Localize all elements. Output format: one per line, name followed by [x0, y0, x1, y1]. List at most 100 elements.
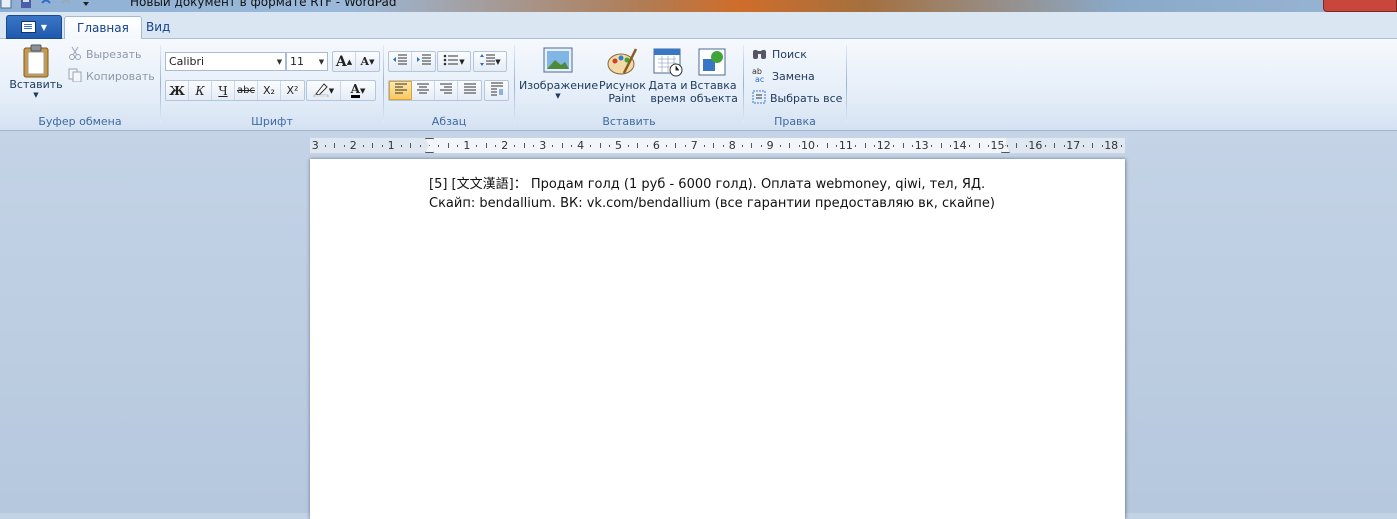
document-page[interactable]: [5] [文文漢語]： Продам голд (1 руб - 6000 го…	[310, 159, 1125, 519]
chevron-down-icon: ▼	[33, 91, 39, 99]
align-left-icon	[394, 83, 408, 98]
ruler-tick	[1082, 145, 1084, 147]
ruler-tick	[665, 145, 667, 147]
ruler-tick	[1054, 143, 1056, 148]
increase-indent-icon	[416, 54, 432, 69]
chevron-down-icon: ▼	[318, 57, 325, 66]
increase-indent-button[interactable]	[412, 52, 435, 71]
ruler-tick	[817, 145, 819, 147]
ruler-number: 15	[990, 139, 1005, 152]
date-time-button[interactable]: Дата и время	[647, 47, 689, 105]
clipboard-icon	[8, 44, 64, 78]
justify-button[interactable]	[458, 81, 481, 100]
paint-label-line1: Рисунок	[599, 79, 646, 92]
ruler-number: 1	[387, 139, 395, 152]
horizontal-ruler[interactable]: 3 2 1 1 2 3 4 5 6 7 8 9 10 11 12 13 14 15 16 17 18	[310, 137, 1125, 154]
ruler-tick	[912, 145, 914, 147]
ruler-number: 1	[463, 139, 471, 152]
tab-home[interactable]: Главная	[64, 16, 142, 40]
ruler-tick	[599, 143, 601, 148]
bold-button[interactable]: Ж	[166, 81, 189, 100]
ruler-tick	[637, 143, 639, 148]
select-all-button[interactable]: Выбрать все	[752, 88, 842, 108]
paragraph-group-label: Абзац	[431, 115, 467, 128]
paragraph-settings-button[interactable]	[485, 81, 508, 100]
bullet-list-button[interactable]: ▼	[438, 52, 470, 71]
font-family-value: Calibri	[169, 55, 205, 68]
font-color-button[interactable]: A ▼	[341, 81, 375, 100]
ruler-tick	[1063, 145, 1065, 147]
ruler-tick	[1006, 145, 1008, 147]
ruler-tick	[485, 143, 487, 148]
insert-picture-button[interactable]: Изображение ▼	[519, 47, 598, 101]
copy-label: Копировать	[86, 69, 155, 83]
insert-group-label: Вставить	[602, 115, 656, 128]
copy-button[interactable]: Копировать	[68, 66, 155, 86]
quick-access-toolbar	[0, 0, 92, 10]
font-size-select[interactable]: 11 ▼	[286, 52, 328, 71]
redo-icon[interactable]	[60, 0, 72, 9]
font-family-select[interactable]: Calibri ▼	[165, 52, 286, 71]
align-center-button[interactable]	[412, 81, 435, 100]
ruler-tick	[826, 143, 828, 148]
strikethrough-button[interactable]: abc	[235, 81, 258, 100]
ruler-tick	[950, 145, 952, 147]
undo-icon[interactable]	[40, 0, 52, 9]
find-button[interactable]: Поиск	[752, 44, 807, 64]
line-spacing-button[interactable]: ▼	[474, 52, 506, 71]
ruler-tick	[561, 143, 563, 148]
app-menu-button[interactable]: ▼	[6, 15, 62, 39]
datetime-label-line1: Дата и	[648, 79, 688, 92]
document-text[interactable]: [5] [文文漢語]： Продам голд (1 руб - 6000 го…	[429, 175, 1029, 213]
wordpad-app-icon	[0, 0, 12, 9]
shrink-font-button[interactable]: A ▼	[356, 52, 379, 71]
document-workspace[interactable]: 3 2 1 1 2 3 4 5 6 7 8 9 10 11 12 13 14 15 16 17 18 [5] [文文漢語…	[0, 131, 1397, 519]
insert-object-button[interactable]: Вставка объекта	[690, 47, 738, 105]
ruler-tick	[523, 143, 525, 148]
highlight-color-button[interactable]: ▼	[307, 81, 341, 100]
ruler-tick	[514, 145, 516, 147]
grow-font-button[interactable]: A ▲	[333, 52, 356, 71]
paragraph-icon	[490, 82, 504, 99]
chevron-down-icon: ▼	[359, 86, 366, 95]
align-right-button[interactable]	[435, 81, 458, 100]
align-left-button[interactable]	[389, 81, 412, 100]
insert-group: Изображение ▼ Рисунок Paint Дата и время…	[515, 39, 743, 130]
editing-group: Поиск ab ac Замена Выбрать все Правка	[744, 39, 846, 130]
decrease-indent-button[interactable]	[389, 52, 412, 71]
subscript-button[interactable]: X₂	[258, 81, 281, 100]
save-icon[interactable]	[20, 0, 32, 9]
tab-view[interactable]: Вид	[134, 16, 182, 38]
cut-button[interactable]: Вырезать	[68, 44, 141, 64]
paint-label-line2: Paint	[608, 92, 636, 105]
ruler-number: 16	[1028, 139, 1043, 152]
paint-drawing-button[interactable]: Рисунок Paint	[599, 47, 646, 105]
ruler-tick	[476, 145, 478, 147]
paint-palette-icon	[599, 47, 645, 79]
shrink-font-icon: A	[360, 55, 370, 68]
customize-qat-icon[interactable]	[80, 0, 92, 9]
ruler-number: 3	[539, 139, 547, 152]
chevron-down-icon: ▼	[495, 57, 501, 66]
paste-button[interactable]: Вставить ▼	[8, 44, 64, 100]
ruler-tick	[343, 145, 345, 147]
ruler-tick	[627, 145, 629, 147]
grow-font-icon: A	[335, 53, 347, 70]
close-button[interactable]	[1323, 0, 1397, 12]
superscript-button[interactable]: X²	[281, 81, 304, 100]
ruler-tick	[940, 143, 942, 148]
find-label: Поиск	[772, 47, 807, 61]
ruler-tick	[1101, 145, 1103, 147]
window-title: Новый документ в формате RTF - WordPad	[130, 0, 397, 9]
insert-object-icon	[690, 47, 736, 79]
ruler-number: 12	[876, 139, 891, 152]
italic-button[interactable]: К	[189, 81, 212, 100]
ruler-tick	[713, 143, 715, 148]
ruler-number: 17	[1066, 139, 1081, 152]
underline-button[interactable]: Ч	[212, 81, 235, 100]
ruler-tick	[874, 145, 876, 147]
ruler-tick	[362, 145, 364, 147]
indent-buttons	[388, 51, 436, 72]
ruler-tick	[590, 145, 592, 147]
replace-button[interactable]: ab ac Замена	[752, 66, 815, 86]
